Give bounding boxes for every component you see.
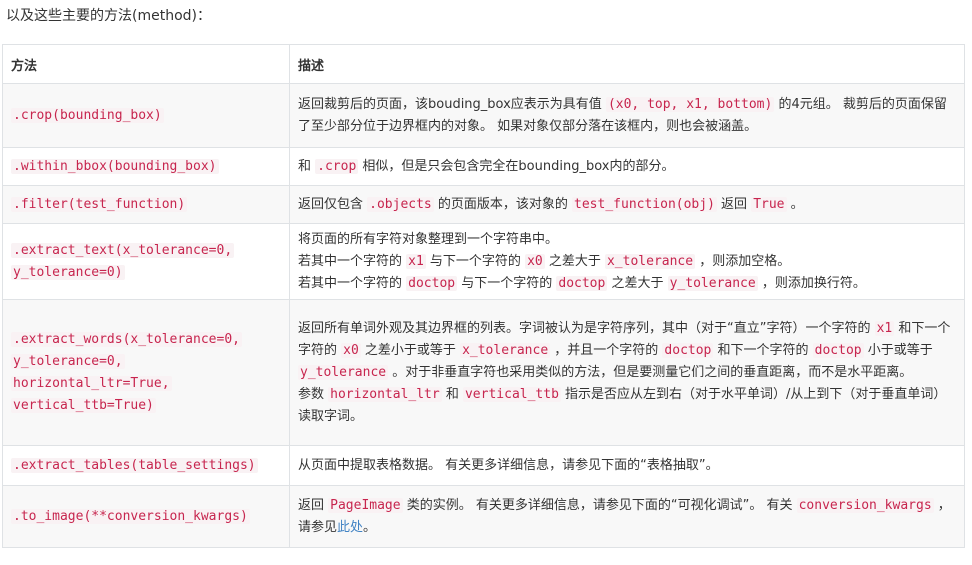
method-signature: .extract_words(x_tolerance=0, xyxy=(11,331,242,347)
inline-code: x_tolerance xyxy=(460,342,551,358)
inline-code: doctop xyxy=(406,275,458,291)
method-signature: y_tolerance=0, xyxy=(11,353,125,369)
description-cell: 返回裁剪后的页面，该bouding_box应表示为具有值 (x0, top, x… xyxy=(289,83,965,148)
method-cell: .extract_tables(table_settings) xyxy=(2,445,290,486)
method-signature: .to_image(**conversion_kwargs) xyxy=(11,508,250,524)
inline-code: test_function(obj) xyxy=(572,196,717,212)
description-cell: 和 .crop 相似，但是只会包含完全在bounding_box内的部分。 xyxy=(289,147,965,186)
inline-code: vertical_ttb xyxy=(462,386,561,402)
table-row: .to_image(**conversion_kwargs) 返回 PageIma… xyxy=(2,485,965,548)
column-header-method: 方法 xyxy=(2,44,290,84)
method-cell: .within_bbox(bounding_box) xyxy=(2,147,290,186)
inline-code: doctop xyxy=(556,275,608,291)
table-row: .within_bbox(bounding_box) 和 .crop 相似，但是只… xyxy=(2,147,965,186)
column-header-description: 描述 xyxy=(289,44,965,84)
inline-code: PageImage xyxy=(328,497,403,513)
description-text: 。 xyxy=(786,196,804,212)
description-text: 返回裁剪后的页面，该bouding_box应表示为具有值 xyxy=(298,96,606,112)
inline-code: y_tolerance xyxy=(667,275,758,291)
inline-code: .crop xyxy=(315,158,359,174)
description-text: 。 xyxy=(363,519,377,535)
method-signature: horizontal_ltr=True, xyxy=(11,375,172,391)
method-cell: .filter(test_function) xyxy=(2,185,290,224)
method-signature: vertical_ttb=True) xyxy=(11,397,156,413)
inline-code: x0 xyxy=(525,253,545,269)
table-row: .crop(bounding_box) 返回裁剪后的页面，该bouding_box… xyxy=(2,83,965,148)
description-text: 与下一个字符的 xyxy=(425,253,526,269)
inline-code: doctop xyxy=(662,342,714,358)
description-text: 之差大于 xyxy=(544,253,605,269)
method-signature: .extract_text(x_tolerance=0, xyxy=(11,242,235,258)
description-text: 的页面版本，该对象的 xyxy=(433,196,573,212)
description-text: 和下一个字符的 xyxy=(713,342,813,358)
table-header-row: 方法 描述 xyxy=(2,44,965,84)
description-text: 返回 xyxy=(716,196,752,212)
inline-code: y_tolerance xyxy=(298,364,389,380)
description-text: 类的实例。 有关更多详细信息，请参见下面的“可视化调试”。 有关 xyxy=(402,497,797,513)
description-text: 之差小于或等于 xyxy=(360,342,461,358)
method-cell: .extract_words(x_tolerance=0, y_tolerance… xyxy=(2,299,290,446)
method-cell: .to_image(**conversion_kwargs) xyxy=(2,485,290,548)
description-text: 和 xyxy=(298,158,316,174)
inline-code: x1 xyxy=(874,320,895,336)
description-text: ，则添加换行符。 xyxy=(757,275,866,291)
method-cell: .extract_text(x_tolerance=0, y_tolerance=… xyxy=(2,223,290,300)
description-text: 若其中一个字符的 xyxy=(298,275,407,291)
description-text: 返回仅包含 xyxy=(298,196,368,212)
description-text: 与下一个字符的 xyxy=(457,275,557,291)
table-row: .extract_tables(table_settings) 从页面中提取表格数… xyxy=(2,445,965,486)
inline-code: horizontal_ltr xyxy=(328,386,442,402)
table-row: .extract_words(x_tolerance=0, y_tolerance… xyxy=(2,299,965,446)
inline-code: doctop xyxy=(812,342,864,358)
inline-code: (x0, top, x1, bottom) xyxy=(605,96,775,112)
table-row: .extract_text(x_tolerance=0, y_tolerance=… xyxy=(2,223,965,300)
inline-code: x_tolerance xyxy=(604,253,696,269)
method-signature: .within_bbox(bounding_box) xyxy=(11,158,219,174)
description-text: ，并且一个字符的 xyxy=(550,342,663,358)
method-signature: .crop(bounding_box) xyxy=(11,107,164,123)
description-text: 将页面的所有字符对象整理到一个字符串中。 xyxy=(298,231,559,247)
inline-code: x0 xyxy=(341,342,361,358)
description-text: 之差大于 xyxy=(607,275,668,291)
method-signature: .extract_tables(table_settings) xyxy=(11,457,258,473)
description-text: 相似，但是只会包含完全在bounding_box内的部分。 xyxy=(358,158,675,174)
method-cell: .crop(bounding_box) xyxy=(2,83,290,148)
description-text: 返回所有单词外观及其边界框的列表。字词被认为是字符序列，其中（对于“直立”字符）… xyxy=(298,320,875,336)
inline-code: .objects xyxy=(367,196,434,212)
method-signature: y_tolerance=0) xyxy=(11,264,125,280)
description-cell: 返回仅包含 .objects 的页面版本，该对象的 test_function(… xyxy=(289,185,965,224)
description-cell: 返回所有单词外观及其边界框的列表。字词被认为是字符序列，其中（对于“直立”字符）… xyxy=(289,299,965,446)
description-text: ，则添加空格。 xyxy=(695,253,791,269)
description-text: 和 xyxy=(441,386,463,402)
description-cell: 将页面的所有字符对象整理到一个字符串中。 若其中一个字符的 x1 与下一个字符的 … xyxy=(289,223,965,300)
description-text: 小于或等于 xyxy=(863,342,933,358)
description-text: 返回 xyxy=(298,497,329,513)
description-cell: 从页面中提取表格数据。 有关更多详细信息，请参见下面的“表格抽取”。 xyxy=(289,445,965,486)
table-row: .filter(test_function) 返回仅包含 .objects 的页面… xyxy=(2,185,965,224)
description-text: 从页面中提取表格数据。 有关更多详细信息，请参见下面的“表格抽取”。 xyxy=(298,457,719,473)
inline-code: conversion_kwargs xyxy=(796,497,934,513)
description-text: 。对于非垂直字符也采用类似的方法，但是要测量它们之间的垂直距离，而不是水平距离。 xyxy=(388,364,913,380)
description-text: 若其中一个字符的 xyxy=(298,253,407,269)
description-text: 参数 xyxy=(298,386,329,402)
here-link[interactable]: 此处 xyxy=(337,520,363,535)
method-signature: .filter(test_function) xyxy=(11,196,188,212)
inline-code: True xyxy=(751,196,787,212)
description-cell: 返回 PageImage 类的实例。 有关更多详细信息，请参见下面的“可视化调试… xyxy=(289,485,965,548)
inline-code: x1 xyxy=(406,253,426,269)
intro-text: 以及这些主要的方法(method)： xyxy=(6,8,211,24)
methods-table: 方法 描述 .crop(bounding_box) 返回裁剪后的页面，该boudi… xyxy=(2,44,965,548)
